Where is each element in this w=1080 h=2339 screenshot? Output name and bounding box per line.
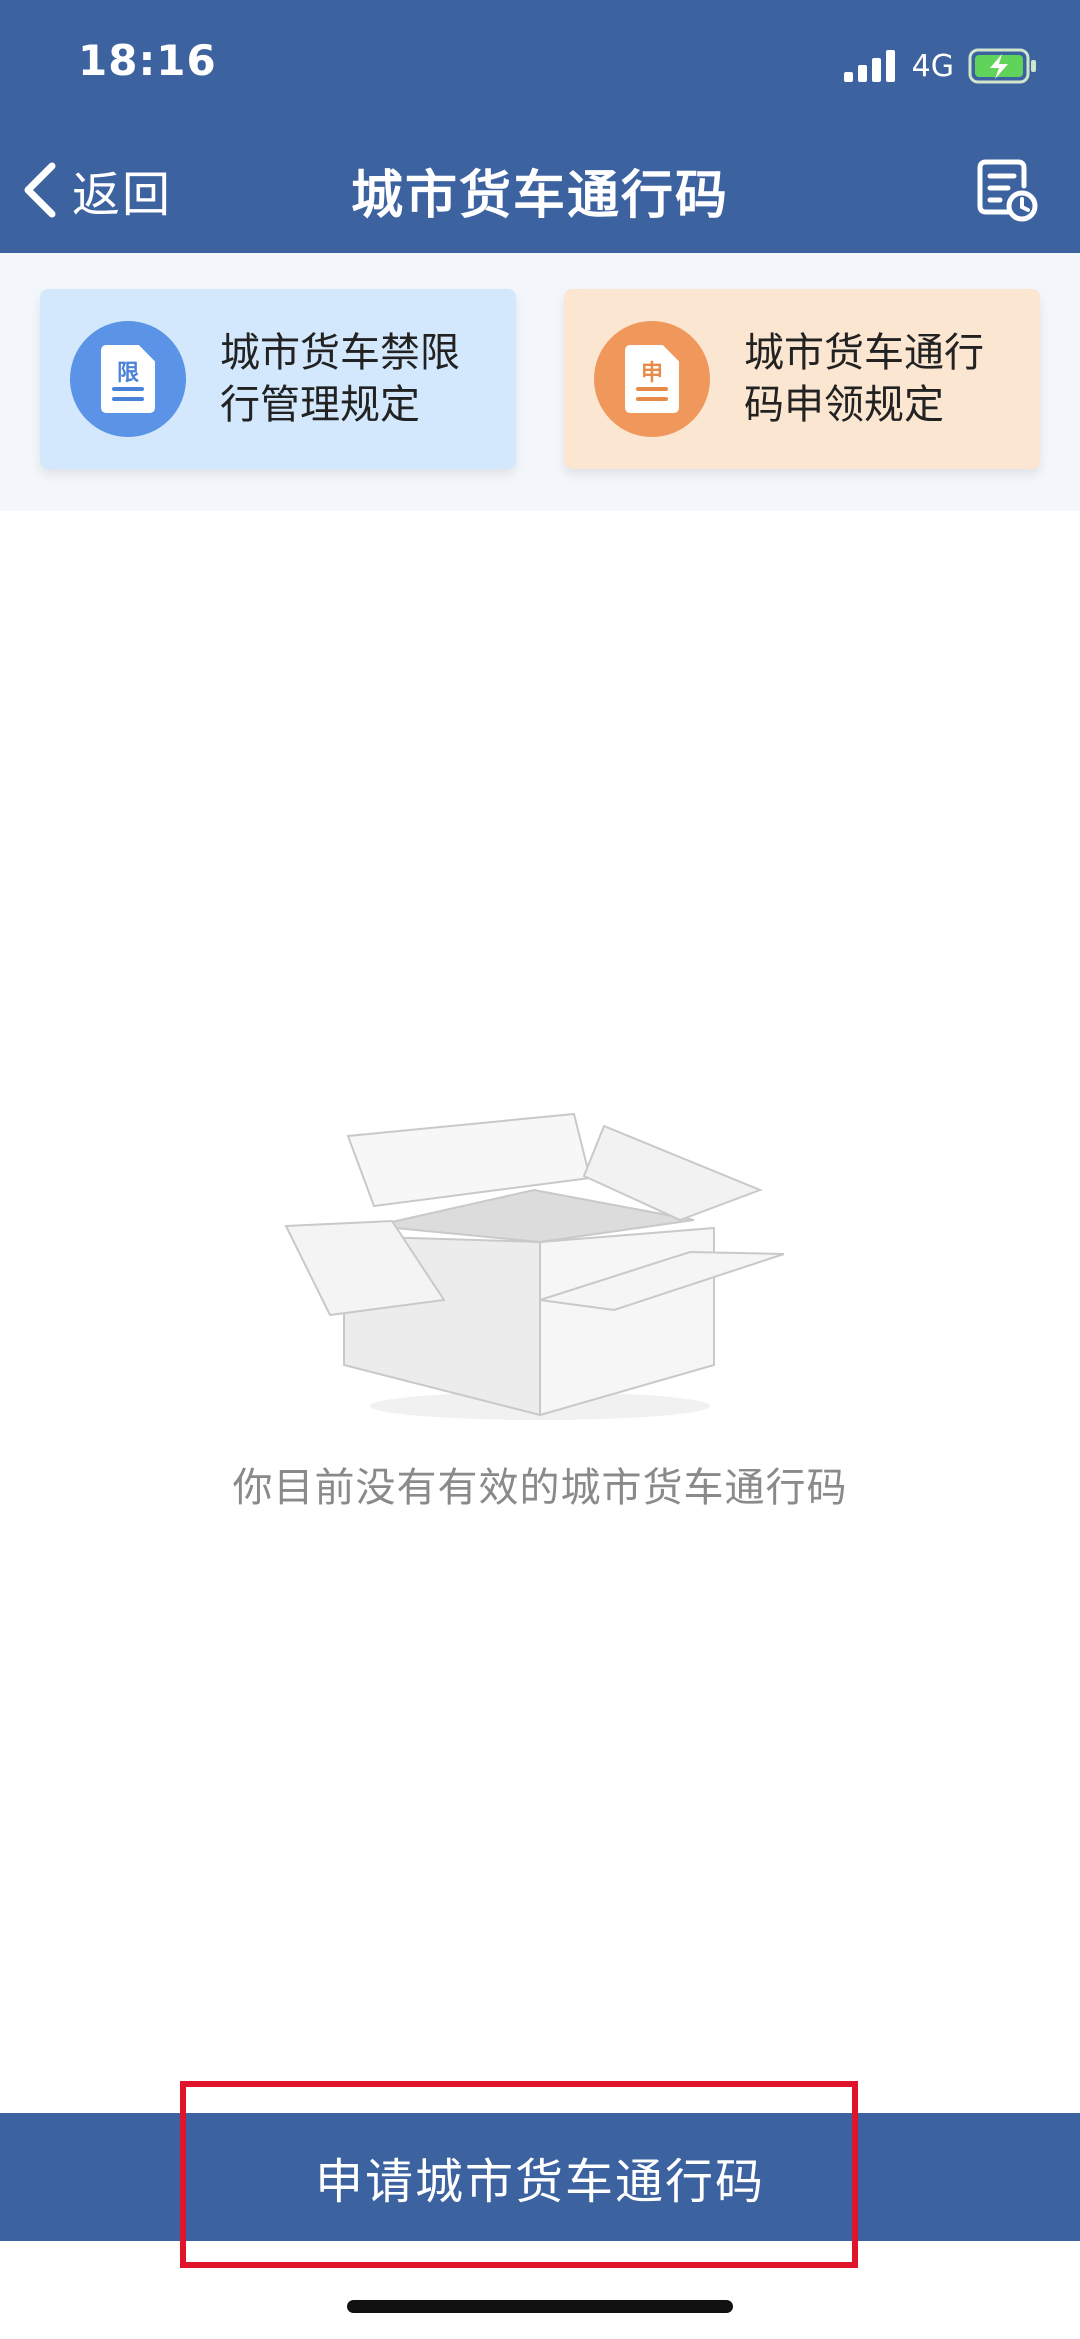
record-clock-icon [977, 159, 1038, 222]
application-icon-char: 申 [640, 361, 663, 386]
signal-icon [843, 50, 895, 82]
restriction-doc-icon: 限 [70, 321, 186, 437]
application-rules-label: 城市货车通行码申领规定 [744, 330, 984, 428]
application-doc-icon: 申 [594, 321, 710, 437]
app-header: 18:16 4G 返回 城市货车通行码 [0, 0, 1080, 253]
application-rules-card[interactable]: 申 城市货车通行码申领规定 [564, 289, 1040, 469]
empty-box-icon [284, 1112, 785, 1420]
network-type: 4G [911, 48, 954, 84]
apply-pass-button[interactable]: 申请城市货车通行码 [0, 2113, 1080, 2241]
restriction-icon-char: 限 [116, 361, 139, 386]
status-time: 18:16 [78, 36, 217, 85]
empty-message: 你目前没有有效的城市货车通行码 [232, 1465, 848, 1511]
restriction-rules-card[interactable]: 限 城市货车禁限行管理规定 [40, 289, 516, 469]
record-button[interactable] [968, 152, 1044, 228]
home-indicator[interactable] [347, 2300, 733, 2313]
page-title: 城市货车通行码 [350, 165, 729, 226]
restriction-rules-label: 城市货车禁限行管理规定 [220, 330, 460, 428]
battery-charging-icon [968, 48, 1036, 84]
rules-cards: 限 城市货车禁限行管理规定 申 城市货车通行码申领规定 [0, 253, 1080, 511]
status-indicators: 4G [843, 46, 1038, 86]
